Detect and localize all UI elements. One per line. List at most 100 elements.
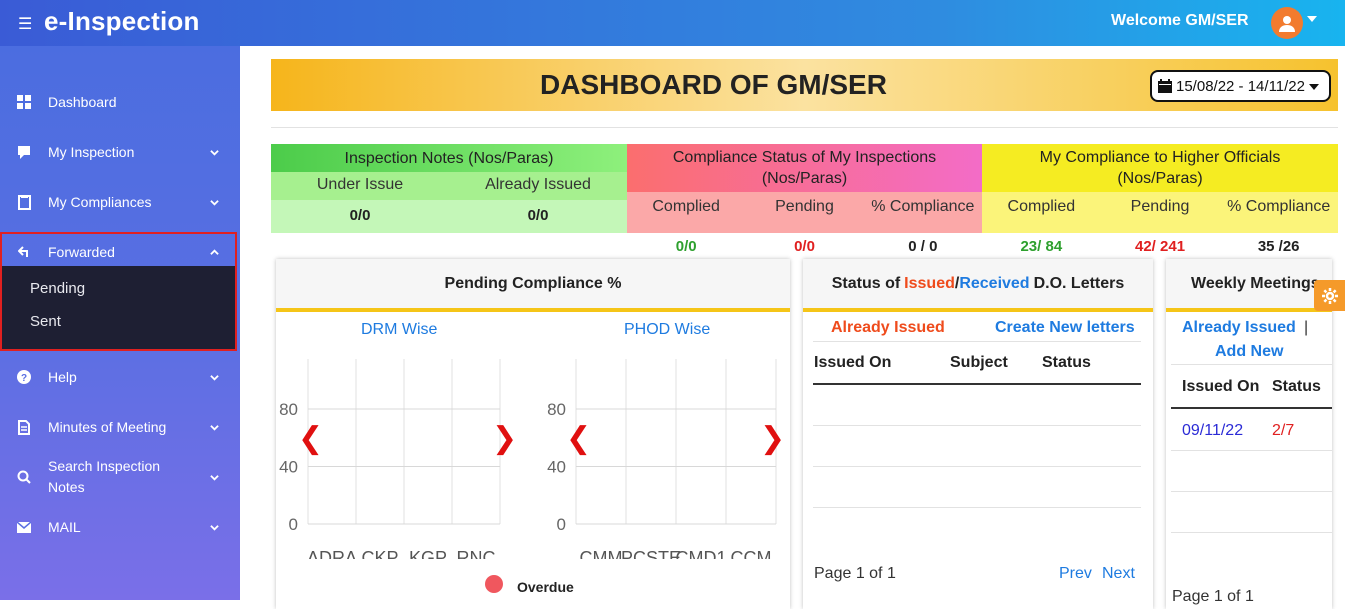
chevron-up-icon bbox=[210, 248, 219, 255]
already-issued-link[interactable]: Already Issued bbox=[1182, 319, 1296, 337]
value-under-issue[interactable]: 0/0 bbox=[271, 207, 449, 224]
inspection-notes-values: 0/0 0/0 bbox=[271, 207, 627, 224]
sidebar-item-label: Dashboard bbox=[48, 94, 117, 110]
do-letters-card: Status of Issued / Received D.O. Letters… bbox=[803, 259, 1153, 609]
sidebar: Dashboard My Inspection My Compliances F… bbox=[0, 46, 240, 600]
row-divider bbox=[813, 466, 1141, 467]
row-divider bbox=[1171, 491, 1332, 492]
chart-next-arrow-icon[interactable]: ❯ bbox=[492, 421, 517, 456]
sidebar-item-label: My Inspection bbox=[48, 144, 135, 160]
add-new-link[interactable]: Add New bbox=[1215, 343, 1283, 361]
card-title: Status of Issued / Received D.O. Letters bbox=[803, 259, 1153, 312]
title-suffix: D.O. Letters bbox=[1033, 274, 1125, 292]
sidebar-item-mail[interactable]: MAIL bbox=[0, 512, 240, 542]
date-range-value: 15/08/22 - 14/11/22 bbox=[1176, 77, 1305, 95]
row-divider bbox=[1171, 364, 1332, 365]
chevron-down-icon bbox=[210, 524, 219, 531]
sidebar-item-label: Forwarded bbox=[48, 244, 115, 260]
sidebar-item-my-inspection[interactable]: My Inspection bbox=[0, 137, 240, 167]
search-icon bbox=[16, 469, 32, 485]
value-pending[interactable]: 0/0 bbox=[745, 238, 863, 255]
x-tick-label: PCSTE bbox=[621, 548, 681, 559]
prev-page-button[interactable]: Prev bbox=[1059, 565, 1092, 583]
title-line-1: My Compliance to Higher Officials bbox=[1039, 149, 1281, 166]
cell-issued-on[interactable]: 09/11/22 bbox=[1182, 422, 1243, 440]
col-pending: Pending bbox=[1130, 198, 1190, 215]
row-divider bbox=[813, 425, 1141, 426]
sidebar-item-help[interactable]: ? Help bbox=[0, 362, 240, 392]
user-avatar-icon[interactable] bbox=[1271, 7, 1303, 39]
title-line-2: (Nos/Paras) bbox=[1117, 170, 1203, 187]
x-tick-label: CMD1 bbox=[675, 548, 726, 559]
dashboard-banner: DASHBOARD OF GM/SER 15/08/22 - 14/11/22 bbox=[271, 59, 1338, 111]
sidebar-item-label: Minutes of Meeting bbox=[48, 419, 167, 435]
col-under-issue: Under Issue bbox=[316, 176, 404, 193]
x-tick-label: CKP bbox=[361, 548, 398, 559]
chart-prev-arrow-icon[interactable]: ❮ bbox=[298, 421, 323, 456]
title-received: Received bbox=[959, 274, 1030, 292]
col-percent-compliance: % Compliance bbox=[1227, 198, 1331, 215]
main-content: DASHBOARD OF GM/SER 15/08/22 - 14/11/22 … bbox=[240, 46, 1345, 609]
value-percent-compliance: 0 / 0 bbox=[908, 238, 938, 255]
my-inspections-columns: Complied Pending % Compliance bbox=[627, 198, 982, 216]
col-complied: Complied bbox=[652, 198, 720, 215]
inspection-notes-title: Inspection Notes (Nos/Paras) bbox=[271, 144, 627, 172]
create-new-letters-link[interactable]: Create New letters bbox=[995, 319, 1135, 337]
svg-text:?: ? bbox=[21, 373, 27, 384]
mail-icon bbox=[16, 519, 32, 535]
row-divider bbox=[1171, 450, 1332, 451]
sidebar-item-label: Help bbox=[48, 369, 77, 385]
sidebar-item-minutes-of-meeting[interactable]: Minutes of Meeting bbox=[0, 412, 240, 442]
submenu-item-pending[interactable]: Pending bbox=[30, 280, 85, 297]
cell-status[interactable]: 2/7 bbox=[1272, 422, 1294, 440]
label-line-1: Search Inspection bbox=[48, 458, 161, 474]
sidebar-item-my-compliances[interactable]: My Compliances bbox=[0, 187, 240, 217]
row-divider bbox=[813, 507, 1141, 508]
my-inspections-title: Compliance Status of My Inspections (Nos… bbox=[627, 144, 982, 192]
sidebar-item-label: Search Inspection Notes bbox=[48, 456, 160, 498]
x-tick-label: CMM bbox=[580, 548, 623, 559]
column-header-issued-on: Issued On bbox=[814, 354, 892, 371]
col-percent-compliance: % Compliance bbox=[871, 198, 975, 215]
date-range-picker[interactable]: 15/08/22 - 14/11/22 bbox=[1150, 70, 1331, 102]
sidebar-item-dashboard[interactable]: Dashboard bbox=[0, 87, 240, 117]
pagination-info: Page 1 of 1 bbox=[1172, 588, 1254, 605]
y-tick-label: 40 bbox=[547, 458, 566, 477]
y-tick-label: 0 bbox=[289, 515, 298, 534]
chevron-down-icon bbox=[210, 374, 219, 381]
my-inspections-summary: Compliance Status of My Inspections (Nos… bbox=[627, 144, 982, 233]
x-tick-label: CCM bbox=[731, 548, 772, 559]
tab-phod-wise[interactable]: PHOD Wise bbox=[624, 321, 710, 339]
value-pending[interactable]: 42/ 241 bbox=[1101, 238, 1220, 255]
hamburger-menu-icon[interactable]: ☰ bbox=[18, 14, 32, 34]
value-already-issued[interactable]: 0/0 bbox=[449, 207, 627, 224]
y-tick-label: 40 bbox=[279, 458, 298, 477]
column-header-status: Status bbox=[1272, 378, 1321, 395]
legend-swatch bbox=[485, 575, 503, 593]
value-complied[interactable]: 0/0 bbox=[627, 238, 745, 255]
sidebar-item-search-inspection-notes[interactable]: Search Inspection Notes bbox=[0, 456, 240, 498]
user-menu-caret-icon[interactable] bbox=[1307, 16, 1317, 22]
value-complied[interactable]: 23/ 84 bbox=[982, 238, 1101, 255]
higher-officials-columns: Complied Pending % Compliance bbox=[982, 198, 1338, 216]
date-range-caret-icon bbox=[1309, 84, 1319, 90]
chart-next-arrow-icon[interactable]: ❯ bbox=[760, 421, 785, 456]
chart-prev-arrow-icon[interactable]: ❮ bbox=[566, 421, 591, 456]
settings-gear-icon[interactable] bbox=[1314, 280, 1345, 311]
weekly-meetings-card: Weekly Meetings Already Issued | Add New… bbox=[1166, 259, 1332, 609]
next-page-button[interactable]: Next bbox=[1102, 565, 1135, 583]
already-issued-link[interactable]: Already Issued bbox=[831, 319, 945, 337]
col-pending: Pending bbox=[775, 198, 834, 215]
x-tick-label: ADRA bbox=[307, 548, 357, 559]
submenu-item-sent[interactable]: Sent bbox=[30, 313, 61, 330]
higher-officials-values: 23/ 84 42/ 241 35 /26 bbox=[982, 238, 1338, 255]
row-divider bbox=[1171, 532, 1332, 533]
pagination-info: Page 1 of 1 bbox=[814, 565, 896, 582]
document-icon bbox=[16, 419, 32, 435]
phod-wise-chart: 80 40 0 CMMPCSTECMD1 CCM bbox=[547, 359, 777, 559]
tab-drm-wise[interactable]: DRM Wise bbox=[361, 321, 437, 339]
pending-compliance-card: Pending Compliance % DRM Wise PHOD Wise … bbox=[276, 259, 790, 609]
sidebar-item-forwarded[interactable]: Forwarded bbox=[0, 237, 240, 267]
title-line-1: Compliance Status of My Inspections bbox=[672, 149, 937, 166]
brand-logo[interactable]: e-Inspection bbox=[44, 6, 200, 37]
